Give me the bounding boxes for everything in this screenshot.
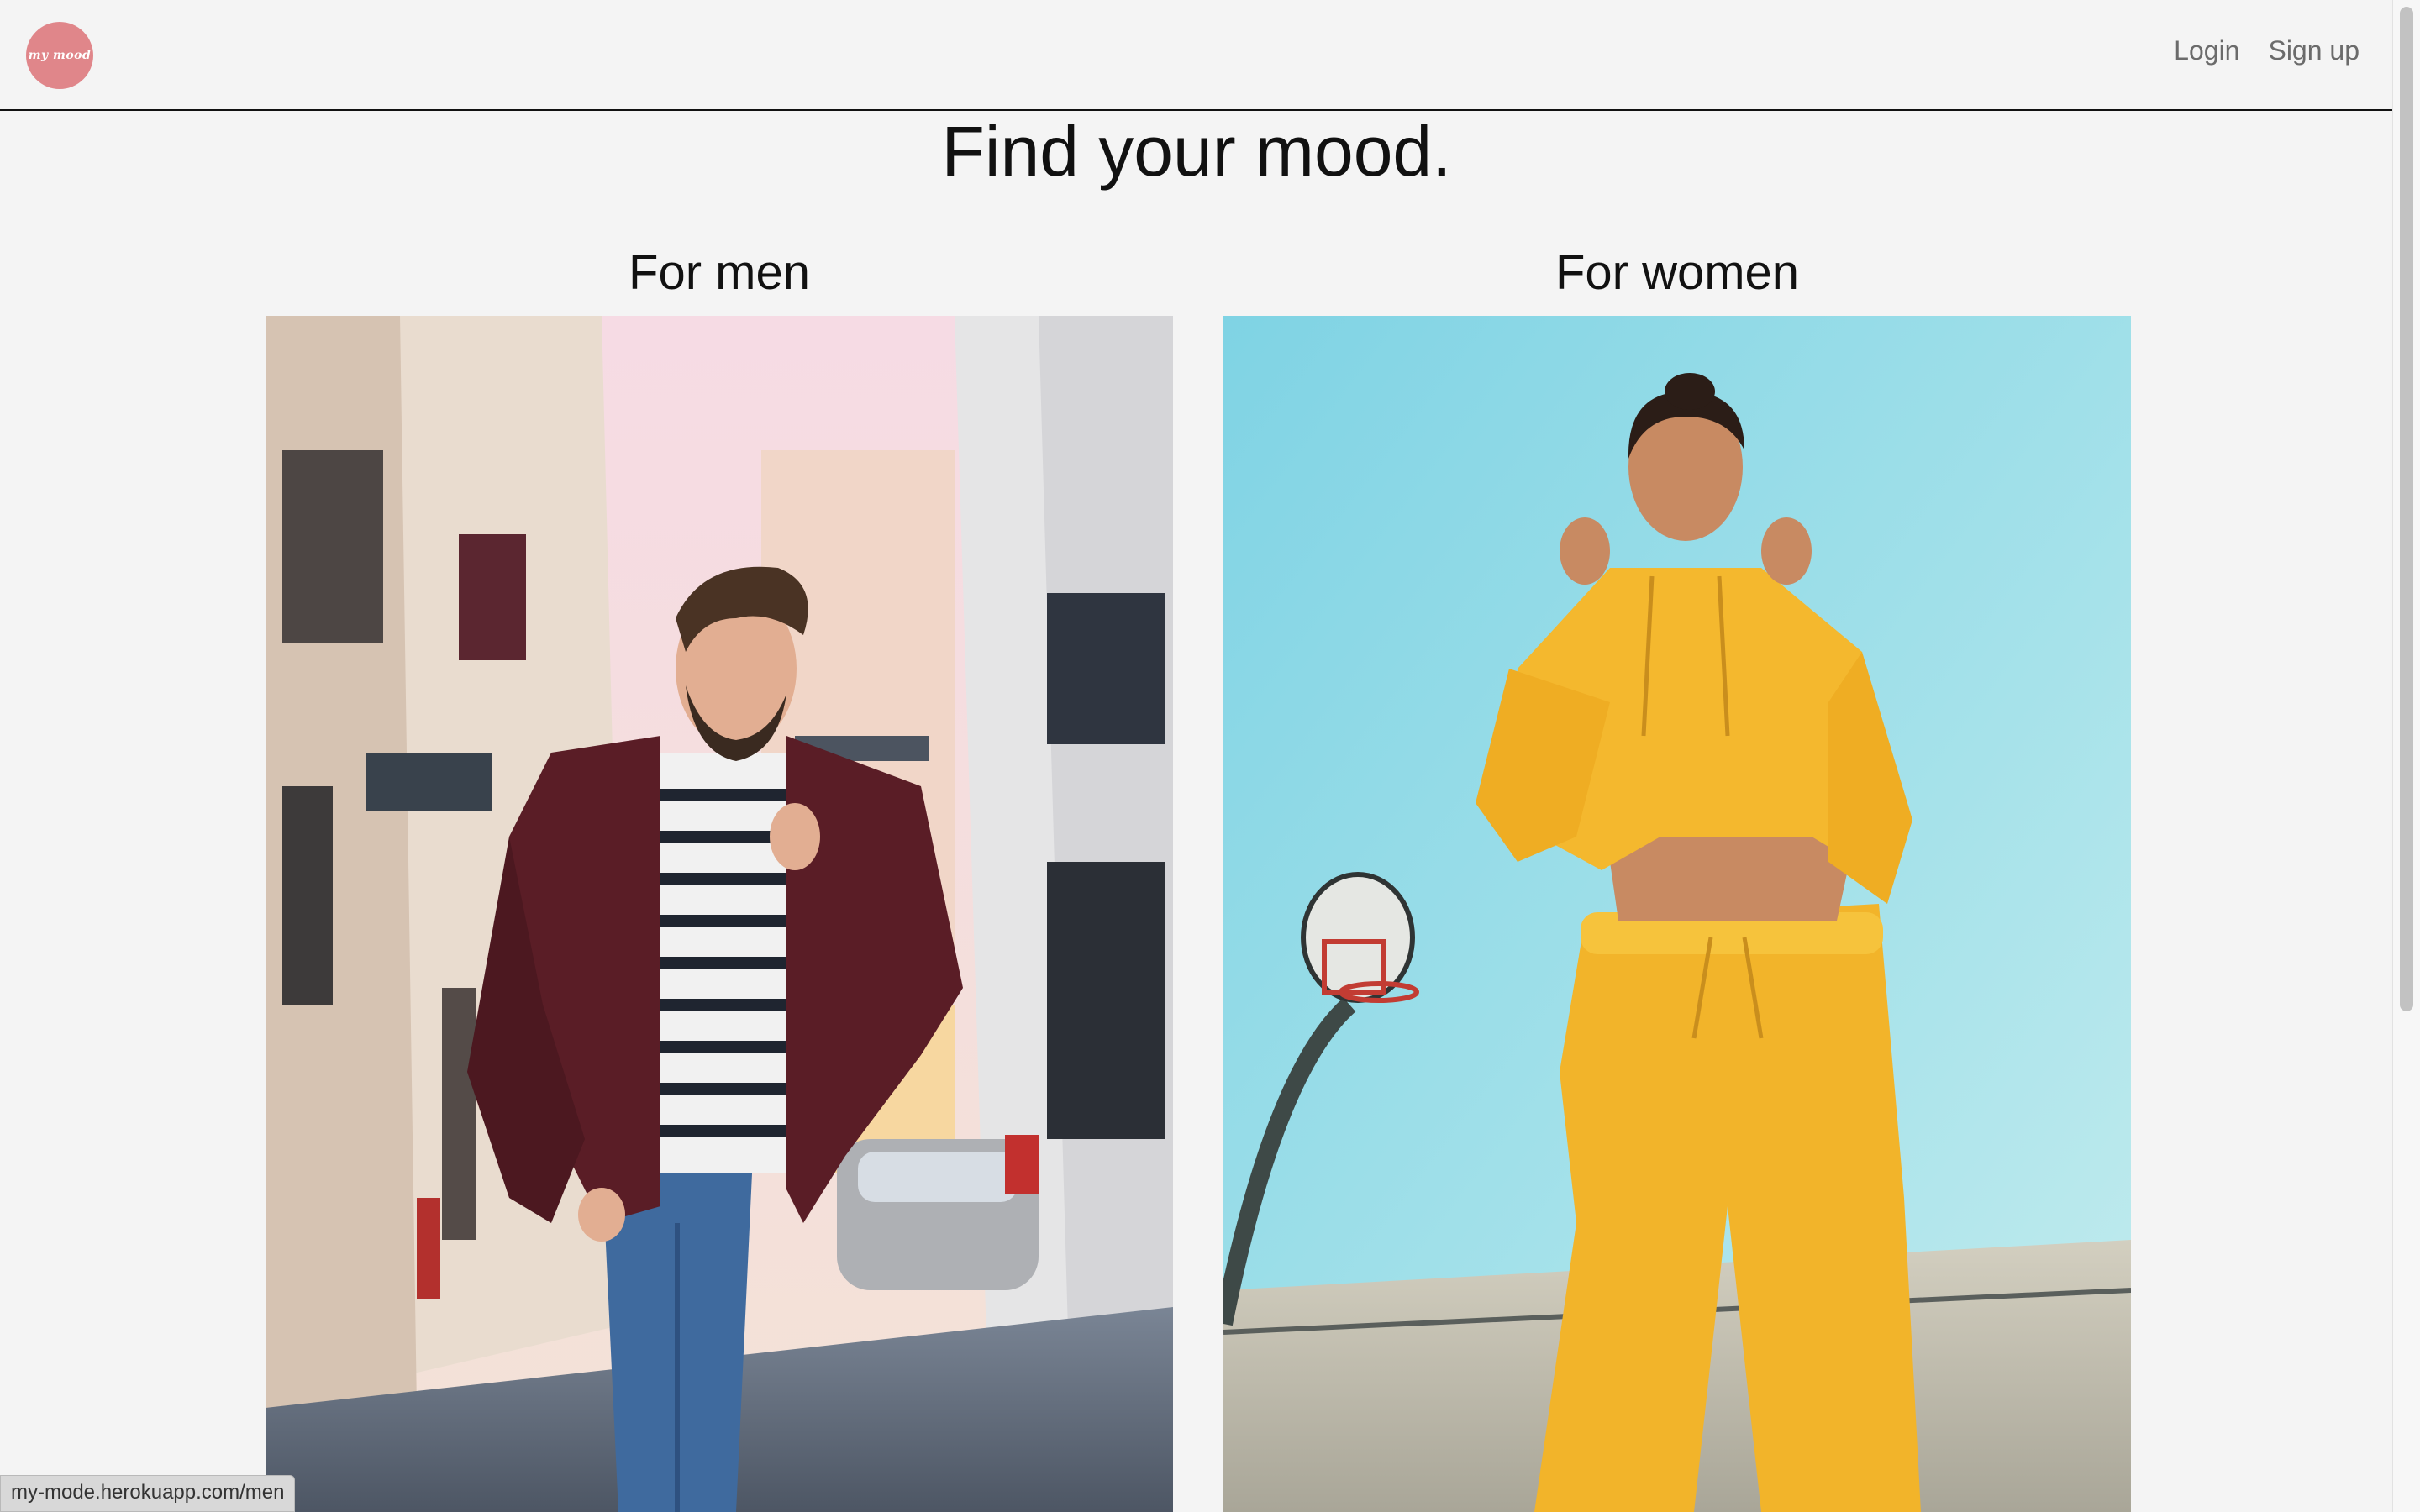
women-category-card[interactable] (1223, 316, 2131, 1512)
scrollbar-thumb[interactable] (2400, 7, 2413, 1011)
signup-link[interactable]: Sign up (2268, 35, 2360, 66)
page: my mood Login Sign up Find your mood. Fo… (0, 0, 2420, 1512)
men-category-card[interactable] (266, 316, 1173, 1512)
woman-yellow-tracksuit-photo (1223, 316, 2131, 1512)
nav-links: Login Sign up (2174, 35, 2360, 66)
brand-logo[interactable]: my mood (26, 22, 93, 89)
brand-logo-text: my mood (28, 49, 92, 62)
page-scrollbar[interactable] (2392, 0, 2420, 1512)
link-status-bar: my-mode.herokuapp.com/men (0, 1475, 296, 1512)
section-title-women: For women (1555, 245, 1800, 300)
login-link[interactable]: Login (2174, 35, 2239, 66)
navbar: my mood Login Sign up (0, 0, 2393, 111)
section-title-men: For men (629, 245, 810, 300)
page-title: Find your mood. (941, 112, 1452, 191)
man-in-street-photo (266, 316, 1173, 1512)
